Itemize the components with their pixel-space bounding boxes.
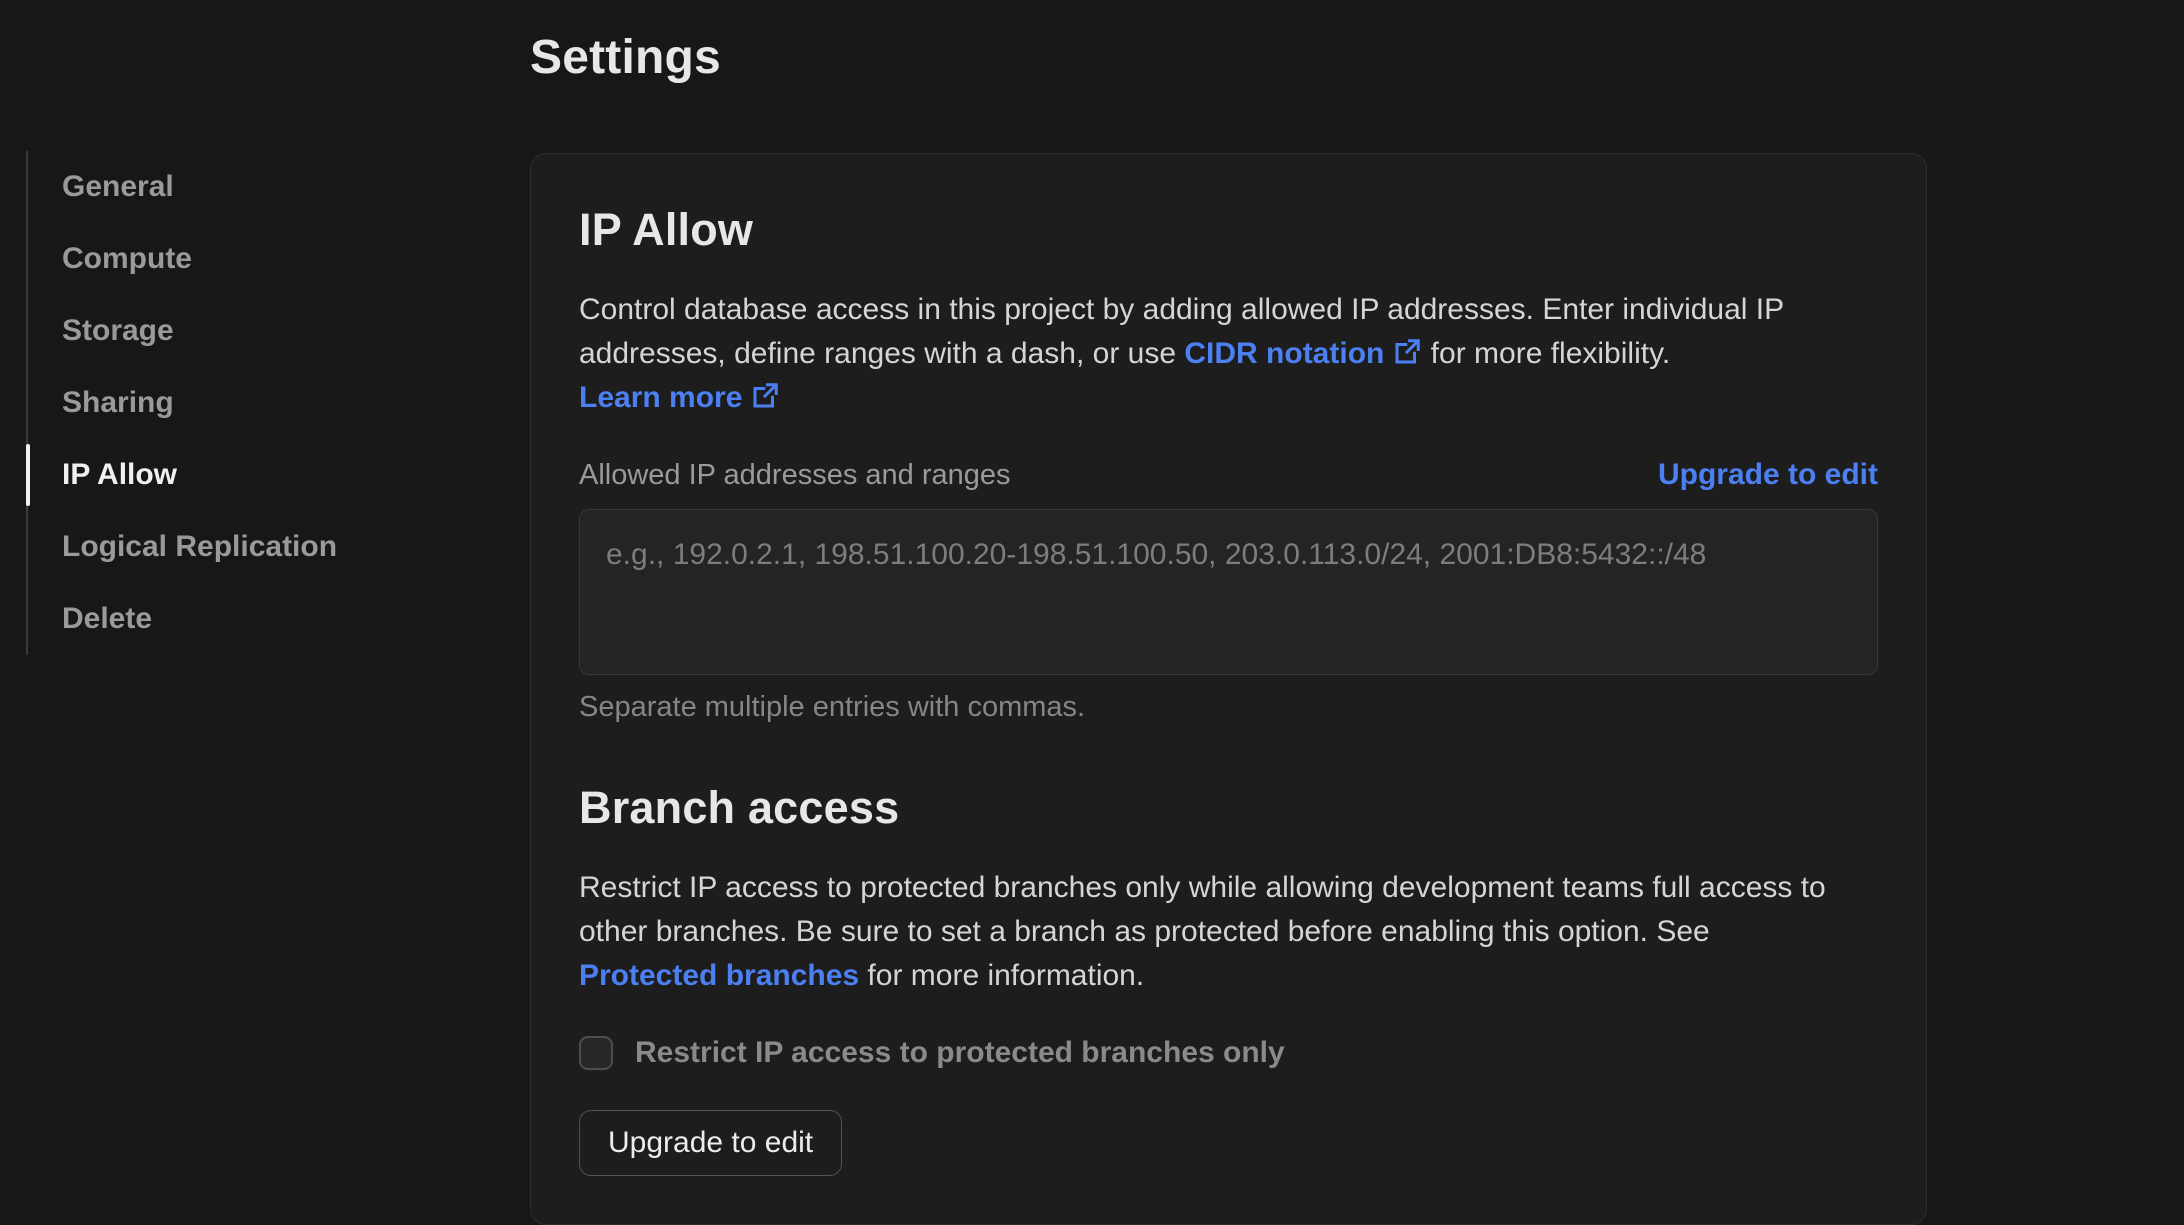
restrict-ip-checkbox[interactable] — [579, 1036, 613, 1070]
ip-allow-description-text-2: for more flexibility. — [1422, 337, 1671, 370]
sidebar-item-general[interactable]: General — [62, 151, 530, 223]
cidr-notation-link[interactable]: CIDR notation — [1184, 337, 1422, 370]
settings-main: Settings IP Allow Control database acces… — [530, 0, 1927, 1225]
branch-access-description: Restrict IP access to protected branches… — [579, 866, 1878, 998]
ip-field-header-row: Allowed IP addresses and ranges Upgrade … — [579, 458, 1878, 492]
sidebar-item-label: Storage — [62, 314, 174, 347]
sidebar-item-logical-replication[interactable]: Logical Replication — [62, 511, 530, 583]
ip-field-helper-text: Separate multiple entries with commas. — [579, 691, 1086, 723]
ip-allow-heading: IP Allow — [579, 204, 754, 255]
sidebar-item-label: Sharing — [62, 386, 174, 419]
ip-field-label: Allowed IP addresses and ranges — [579, 458, 1011, 491]
learn-more-link[interactable]: Learn more — [579, 381, 780, 414]
sidebar-item-label: Delete — [62, 602, 153, 635]
ip-allow-card: IP Allow Control database access in this… — [530, 153, 1927, 1225]
branch-access-heading: Branch access — [579, 782, 900, 833]
cidr-notation-link-label: CIDR notation — [1184, 337, 1385, 370]
sidebar-item-label: General — [62, 170, 174, 203]
learn-more-link-label: Learn more — [579, 381, 743, 414]
settings-nav: General Compute Storage Sharing IP Allow… — [26, 151, 530, 655]
protected-branches-link[interactable]: Protected branches — [579, 959, 859, 992]
restrict-ip-checkbox-label: Restrict IP access to protected branches… — [635, 1036, 1285, 1069]
sidebar-item-storage[interactable]: Storage — [62, 295, 530, 367]
branch-access-description-text-2: for more information. — [859, 959, 1145, 992]
sidebar-item-ip-allow[interactable]: IP Allow — [26, 439, 530, 511]
sidebar-item-label: Logical Replication — [62, 530, 338, 563]
page-title: Settings — [530, 31, 721, 84]
sidebar-item-label: Compute — [62, 242, 192, 275]
settings-page: General Compute Storage Sharing IP Allow… — [0, 0, 2184, 1225]
upgrade-to-edit-button[interactable]: Upgrade to edit — [579, 1110, 843, 1176]
sidebar-item-sharing[interactable]: Sharing — [62, 367, 530, 439]
ip-allow-description: Control database access in this project … — [579, 288, 1878, 420]
sidebar-item-label: IP Allow — [62, 458, 178, 491]
settings-nav-list: General Compute Storage Sharing IP Allow… — [26, 151, 530, 655]
restrict-ip-checkbox-row: Restrict IP access to protected branches… — [579, 1036, 1878, 1070]
sidebar-item-delete[interactable]: Delete — [62, 583, 530, 655]
ip-addresses-textarea[interactable] — [579, 509, 1878, 675]
external-link-icon — [1395, 339, 1421, 364]
upgrade-to-edit-link[interactable]: Upgrade to edit — [1658, 458, 1878, 492]
settings-sidebar: General Compute Storage Sharing IP Allow… — [0, 0, 530, 1225]
branch-access-description-text: Restrict IP access to protected branches… — [579, 871, 1826, 948]
external-link-icon — [753, 383, 779, 408]
sidebar-item-compute[interactable]: Compute — [62, 223, 530, 295]
